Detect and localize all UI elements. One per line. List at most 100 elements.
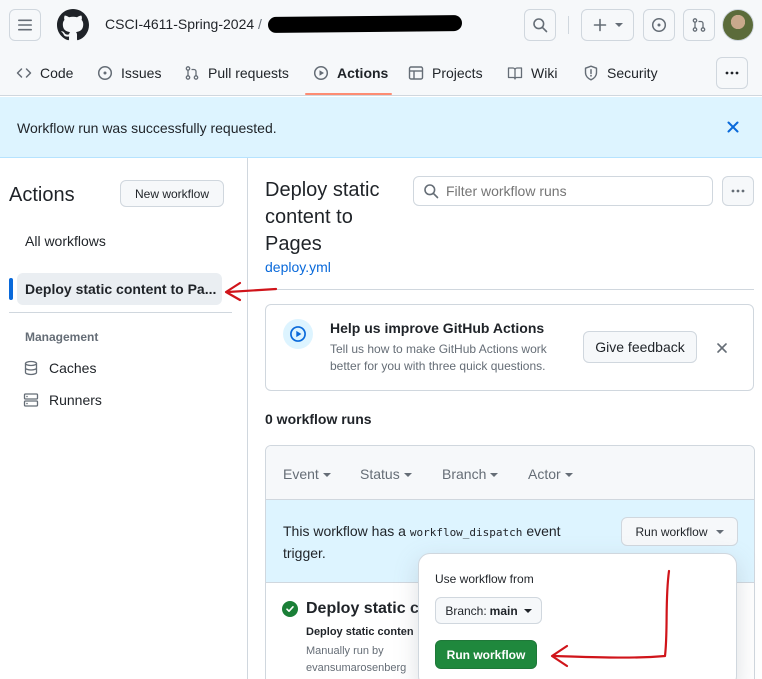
sidebar-item-deploy-workflow[interactable]: Deploy static content to Pa... xyxy=(25,281,216,297)
tab-projects[interactable]: Projects xyxy=(408,50,483,96)
branch-name: main xyxy=(489,603,518,618)
chevron-down-icon xyxy=(614,23,623,27)
book-icon xyxy=(507,67,523,80)
path-separator: / xyxy=(258,16,262,32)
give-feedback-button[interactable]: Give feedback xyxy=(583,331,697,363)
run-row-meta-line2: evansumarosenberg xyxy=(306,662,407,674)
database-icon xyxy=(24,360,38,376)
branch-select-button[interactable]: Branch: main xyxy=(435,597,542,624)
run-row-meta-line1: Manually run by xyxy=(306,645,384,657)
hamburger-icon xyxy=(18,19,32,31)
tab-security-label: Security xyxy=(607,65,658,81)
sidebar-item-caches[interactable]: Caches xyxy=(23,360,96,376)
tab-pull-requests-label: Pull requests xyxy=(208,65,289,81)
workflow-runs-count: 0 workflow runs xyxy=(265,411,372,427)
more-tabs-button[interactable] xyxy=(716,57,748,89)
filter-status-dropdown[interactable]: Status xyxy=(360,466,412,482)
run-row-meta: Manually run by evansumarosenberg xyxy=(306,643,418,677)
sidebar-active-indicator xyxy=(9,278,13,300)
run-workflow-dropdown-button[interactable]: Run workflow xyxy=(621,517,738,546)
run-row-subtitle: Deploy static conten xyxy=(306,626,414,638)
play-icon xyxy=(290,326,306,342)
dispatch-code: workflow_dispatch xyxy=(409,526,523,539)
filter-event-dropdown[interactable]: Event xyxy=(283,466,331,482)
issue-icon xyxy=(97,65,113,81)
tab-security[interactable]: Security xyxy=(583,50,658,96)
table-icon xyxy=(408,66,424,80)
filter-status-label: Status xyxy=(360,466,400,482)
active-tab-underline xyxy=(305,93,392,95)
feedback-description: Tell us how to make GitHub Actions work … xyxy=(330,342,547,373)
tab-pull-requests[interactable]: Pull requests xyxy=(184,50,289,96)
user-avatar[interactable] xyxy=(722,9,754,41)
server-icon xyxy=(23,393,39,407)
kebab-horizontal-icon xyxy=(731,189,745,193)
sidebar-divider xyxy=(9,312,232,313)
chevron-down-icon xyxy=(523,608,532,613)
create-new-button[interactable] xyxy=(581,9,634,41)
check-circle-icon xyxy=(282,601,298,617)
tab-actions-label: Actions xyxy=(337,65,389,81)
close-icon[interactable] xyxy=(714,340,730,356)
filter-branch-label: Branch xyxy=(442,466,487,482)
main-divider xyxy=(265,289,754,290)
chevron-down-icon xyxy=(564,473,573,478)
run-workflow-dropdown-label: Run workflow xyxy=(635,524,708,539)
header-divider xyxy=(568,16,569,34)
chevron-down-icon xyxy=(715,529,724,534)
issues-button[interactable] xyxy=(643,9,675,41)
filter-branch-dropdown[interactable]: Branch xyxy=(442,466,499,482)
code-icon xyxy=(16,68,32,78)
tab-wiki-label: Wiki xyxy=(531,65,558,81)
menu-button[interactable] xyxy=(9,9,41,41)
tab-wiki[interactable]: Wiki xyxy=(507,50,557,96)
pull-requests-button[interactable] xyxy=(683,9,715,41)
flash-message: Workflow run was successfully requested. xyxy=(17,120,277,136)
redacted-repo-name xyxy=(267,14,463,34)
tab-actions[interactable]: Actions xyxy=(313,50,388,96)
sidebar-management-heading: Management xyxy=(25,330,99,344)
dispatch-text-before: This workflow has a xyxy=(283,523,406,539)
issue-icon xyxy=(651,17,667,33)
filter-event-label: Event xyxy=(283,466,319,482)
run-workflow-button[interactable]: Run workflow xyxy=(435,640,537,669)
kebab-horizontal-icon xyxy=(725,71,739,75)
pull-request-icon xyxy=(692,18,706,32)
shield-icon xyxy=(584,65,598,81)
sidebar-runners-label: Runners xyxy=(49,392,102,408)
repo-owner-link[interactable]: CSCI-4611-Spring-2024 xyxy=(105,16,254,32)
workflow-title: Deploy static content to Pages xyxy=(265,179,380,255)
feedback-title: Help us improve GitHub Actions xyxy=(330,320,545,336)
filter-actor-label: Actor xyxy=(528,466,561,482)
global-header: CSCI-4611-Spring-2024 / xyxy=(0,0,762,50)
chevron-down-icon xyxy=(490,473,499,478)
pull-request-icon xyxy=(185,66,199,80)
chevron-down-icon xyxy=(322,473,331,478)
tab-code-label: Code xyxy=(40,65,74,81)
chevron-down-icon xyxy=(403,473,412,478)
github-logo-icon[interactable] xyxy=(57,9,89,41)
feedback-play-icon xyxy=(283,319,313,349)
sidebar-item-runners[interactable]: Runners xyxy=(23,392,102,408)
close-icon[interactable] xyxy=(724,118,742,136)
new-workflow-button[interactable]: New workflow xyxy=(120,180,224,207)
filter-actor-dropdown[interactable]: Actor xyxy=(528,466,573,482)
runs-filter-bar: Event Status Branch Actor xyxy=(266,446,754,500)
tab-issues[interactable]: Issues xyxy=(97,50,161,96)
workflow-options-button[interactable] xyxy=(722,176,754,206)
play-icon xyxy=(313,65,329,81)
run-row-title[interactable]: Deploy static co xyxy=(306,600,424,618)
sidebar-title: Actions xyxy=(9,184,75,206)
workflow-file-link[interactable]: deploy.yml xyxy=(265,259,331,275)
repo-nav: Code Issues Pull requests Actions Projec… xyxy=(0,50,762,96)
popover-label: Use workflow from xyxy=(435,572,534,586)
success-flash-banner: Workflow run was successfully requested. xyxy=(0,97,762,158)
sidebar-item-all-workflows[interactable]: All workflows xyxy=(25,233,106,249)
sidebar-caches-label: Caches xyxy=(49,360,97,376)
filter-workflow-runs-input[interactable] xyxy=(413,176,713,206)
tab-code[interactable]: Code xyxy=(16,50,73,96)
branch-prefix: Branch: xyxy=(445,603,487,618)
plus-icon xyxy=(593,18,606,32)
tab-issues-label: Issues xyxy=(121,65,162,81)
search-button[interactable] xyxy=(524,9,556,41)
